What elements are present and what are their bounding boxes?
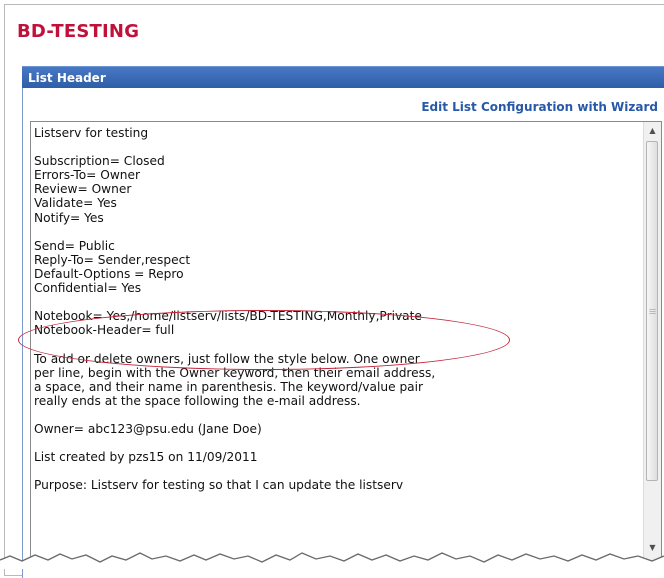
- list-header-line: Reply-To= Sender,respect: [34, 252, 191, 267]
- list-header-line: Send= Public: [34, 238, 115, 253]
- list-header-line: per line, begin with the Owner keyword, …: [34, 365, 436, 380]
- list-header-line: Errors-To= Owner: [34, 168, 141, 183]
- page-title: BD-TESTING: [17, 21, 140, 42]
- list-header-line: Notify= Yes: [34, 210, 104, 225]
- list-header-textarea[interactable]: Listserv for testing Subscription= Closed…: [30, 121, 662, 563]
- list-header-line: [34, 436, 639, 450]
- list-header-line: Purpose: Listserv for testing so that I …: [34, 478, 404, 493]
- list-header-line: [34, 225, 639, 239]
- list-header-line: [34, 464, 639, 478]
- list-header-line: Subscription= Closed: [34, 154, 165, 169]
- vertical-scrollbar[interactable]: ▲ — — — ▼: [643, 122, 661, 562]
- list-header-line: really ends at the space following the e…: [34, 393, 361, 408]
- edit-config-wizard-link[interactable]: Edit List Configuration with Wizard: [421, 100, 658, 114]
- scroll-up-arrow-icon[interactable]: ▲: [644, 122, 661, 139]
- list-header-panel-title: List Header: [22, 66, 664, 88]
- list-header-line: List created by pzs15 on 11/09/2011: [34, 450, 258, 465]
- list-header-line: [34, 337, 639, 351]
- list-header-line: [34, 408, 639, 422]
- list-header-line: Validate= Yes: [34, 196, 117, 211]
- list-header-line: Review= Owner: [34, 182, 132, 197]
- list-header-line: Owner= abc123@psu.edu (Jane Doe): [34, 421, 262, 436]
- list-header-line: Confidential= Yes: [34, 281, 142, 296]
- list-header-line: [34, 295, 639, 309]
- list-header-line: Default-Options = Repro: [34, 266, 184, 281]
- list-header-line: Listserv for testing: [34, 126, 149, 140]
- list-header-line: a space, and their name in parenthesis. …: [34, 379, 424, 394]
- torn-edge: [0, 552, 664, 569]
- list-header-line: [34, 140, 639, 154]
- grip-icon: — — —: [649, 305, 656, 317]
- list-header-line: To add or delete owners, just follow the…: [34, 351, 420, 366]
- list-header-line: Notebook-Header= full: [34, 323, 175, 338]
- scrollbar-thumb[interactable]: — — —: [646, 141, 658, 481]
- list-header-line: Notebook= Yes,/home/listserv/lists/BD-TE…: [34, 309, 422, 324]
- list-header-text: Listserv for testing Subscription= Closed…: [34, 126, 639, 492]
